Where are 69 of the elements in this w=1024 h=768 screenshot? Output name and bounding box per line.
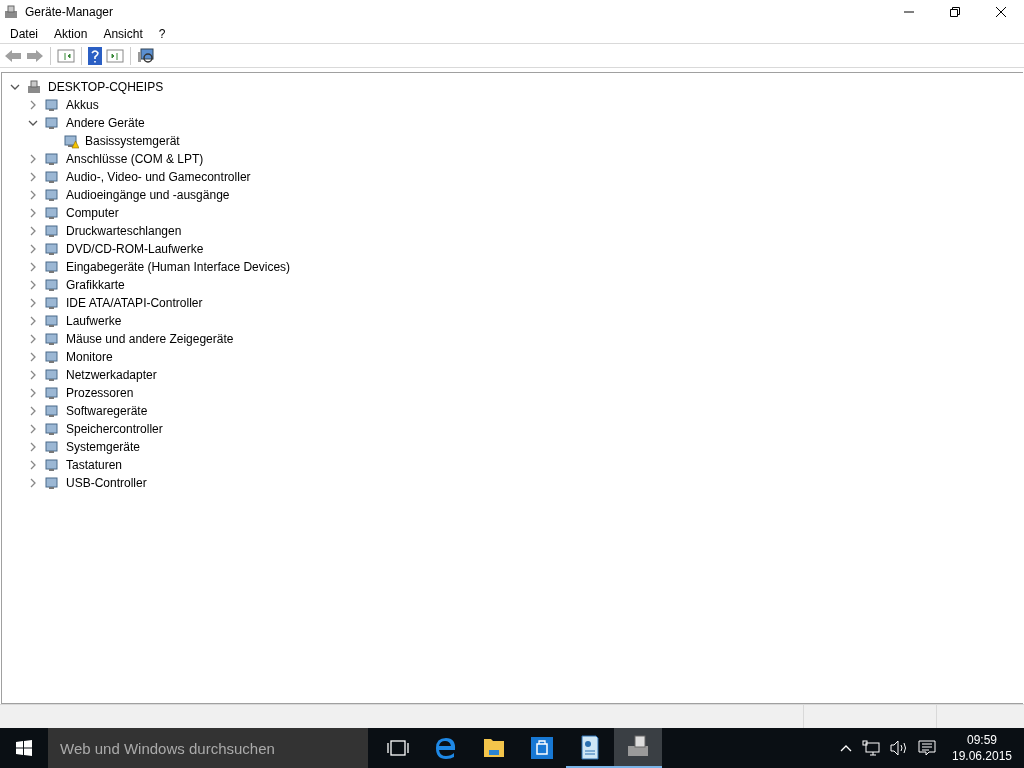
back-arrow-icon[interactable]	[4, 47, 22, 64]
menu-item[interactable]: Ansicht	[95, 24, 151, 43]
chevron-right-icon[interactable]	[28, 424, 38, 434]
tree-item[interactable]: USB-Controller	[66, 474, 147, 492]
tree-item[interactable]: Mäuse und andere Zeigegeräte	[66, 330, 234, 348]
chevron-right-icon[interactable]	[28, 370, 38, 380]
restore-icon	[950, 7, 960, 17]
speaker-icon[interactable]	[890, 740, 908, 756]
tree-item[interactable]: Laufwerke	[66, 312, 122, 330]
tree-item[interactable]: Prozessoren	[66, 384, 134, 402]
tree-item[interactable]: Netzwerkadapter	[66, 366, 157, 384]
tree-item[interactable]: Basissystemgerät	[85, 132, 180, 150]
close-icon	[996, 7, 1006, 17]
chevron-down-icon[interactable]	[28, 118, 38, 128]
chevron-down-icon[interactable]	[10, 82, 20, 92]
tree-item[interactable]: Speichercontroller	[66, 420, 163, 438]
chevron-right-icon[interactable]	[28, 154, 38, 164]
computer-icon	[3, 4, 19, 20]
chevron-right-icon[interactable]	[28, 352, 38, 362]
tree-item[interactable]: Systemgeräte	[66, 438, 141, 456]
chevron-right-icon[interactable]	[28, 226, 38, 236]
tree-item[interactable]: DVD/CD-ROM-Laufwerke	[66, 240, 204, 258]
active-taskbar-button[interactable]	[614, 728, 662, 768]
tree-item[interactable]: Grafikkarte	[66, 276, 125, 294]
tree-item[interactable]: Andere Geräte	[66, 114, 145, 132]
menu-item[interactable]: ?	[150, 24, 174, 43]
chevron-right-icon[interactable]	[28, 406, 38, 416]
chevron-right-icon[interactable]	[28, 190, 38, 200]
chevron-right-icon[interactable]	[28, 460, 38, 470]
tree-item[interactable]: DESKTOP-CQHEIPS	[48, 78, 164, 96]
clock-time[interactable]: 09:59	[967, 732, 997, 748]
computer-icon	[26, 79, 42, 95]
chevron-right-icon[interactable]	[28, 334, 38, 344]
tree-item[interactable]: Softwaregeräte	[66, 402, 148, 420]
window-title: Geräte-Manager	[25, 4, 114, 21]
tree-item[interactable]: Audioeingänge und -ausgänge	[66, 186, 230, 204]
chevron-right-icon[interactable]	[28, 172, 38, 182]
chevron-up-icon[interactable]	[840, 744, 852, 752]
tree-item[interactable]: IDE ATA/ATAPI-Controller	[66, 294, 203, 312]
panel-icon[interactable]	[106, 47, 124, 64]
panel-icon[interactable]	[57, 47, 75, 64]
chevron-right-icon[interactable]	[28, 316, 38, 326]
chevron-right-icon[interactable]	[28, 388, 38, 398]
tree-item[interactable]: Druckwarteschlangen	[66, 222, 182, 240]
tree-item[interactable]: Anschlüsse (COM & LPT)	[66, 150, 204, 168]
chevron-right-icon[interactable]	[28, 100, 38, 110]
windows-logo-icon	[16, 740, 32, 756]
tree-item[interactable]: Computer	[66, 204, 119, 222]
forward-arrow-icon[interactable]	[26, 47, 44, 64]
chevron-right-icon[interactable]	[28, 280, 38, 290]
chevron-right-icon[interactable]	[28, 244, 38, 254]
tree-item[interactable]: Tastaturen	[66, 456, 123, 474]
chevron-right-icon[interactable]	[28, 442, 38, 452]
tree-item[interactable]: Akkus	[66, 96, 99, 114]
scan-monitor-icon[interactable]	[137, 47, 155, 64]
help-icon[interactable]	[88, 46, 102, 65]
clock-date[interactable]: 19.06.2015	[951, 748, 1013, 764]
chevron-right-icon[interactable]	[28, 478, 38, 488]
chevron-right-icon[interactable]	[28, 262, 38, 272]
menu-item[interactable]: Datei	[2, 24, 46, 43]
search-field[interactable]: Web und Windows durchsuchen	[48, 728, 368, 768]
tree-item[interactable]: Audio-, Video- und Gamecontroller	[66, 168, 251, 186]
tree-item[interactable]: Monitore	[66, 348, 113, 366]
notification-icon[interactable]	[918, 740, 936, 756]
chevron-right-icon[interactable]	[28, 298, 38, 308]
network-icon[interactable]	[862, 740, 880, 756]
tree-item[interactable]: Eingabegeräte (Human Interface Devices)	[66, 258, 291, 276]
chevron-right-icon[interactable]	[28, 208, 38, 218]
menu-item[interactable]: Aktion	[46, 24, 96, 43]
